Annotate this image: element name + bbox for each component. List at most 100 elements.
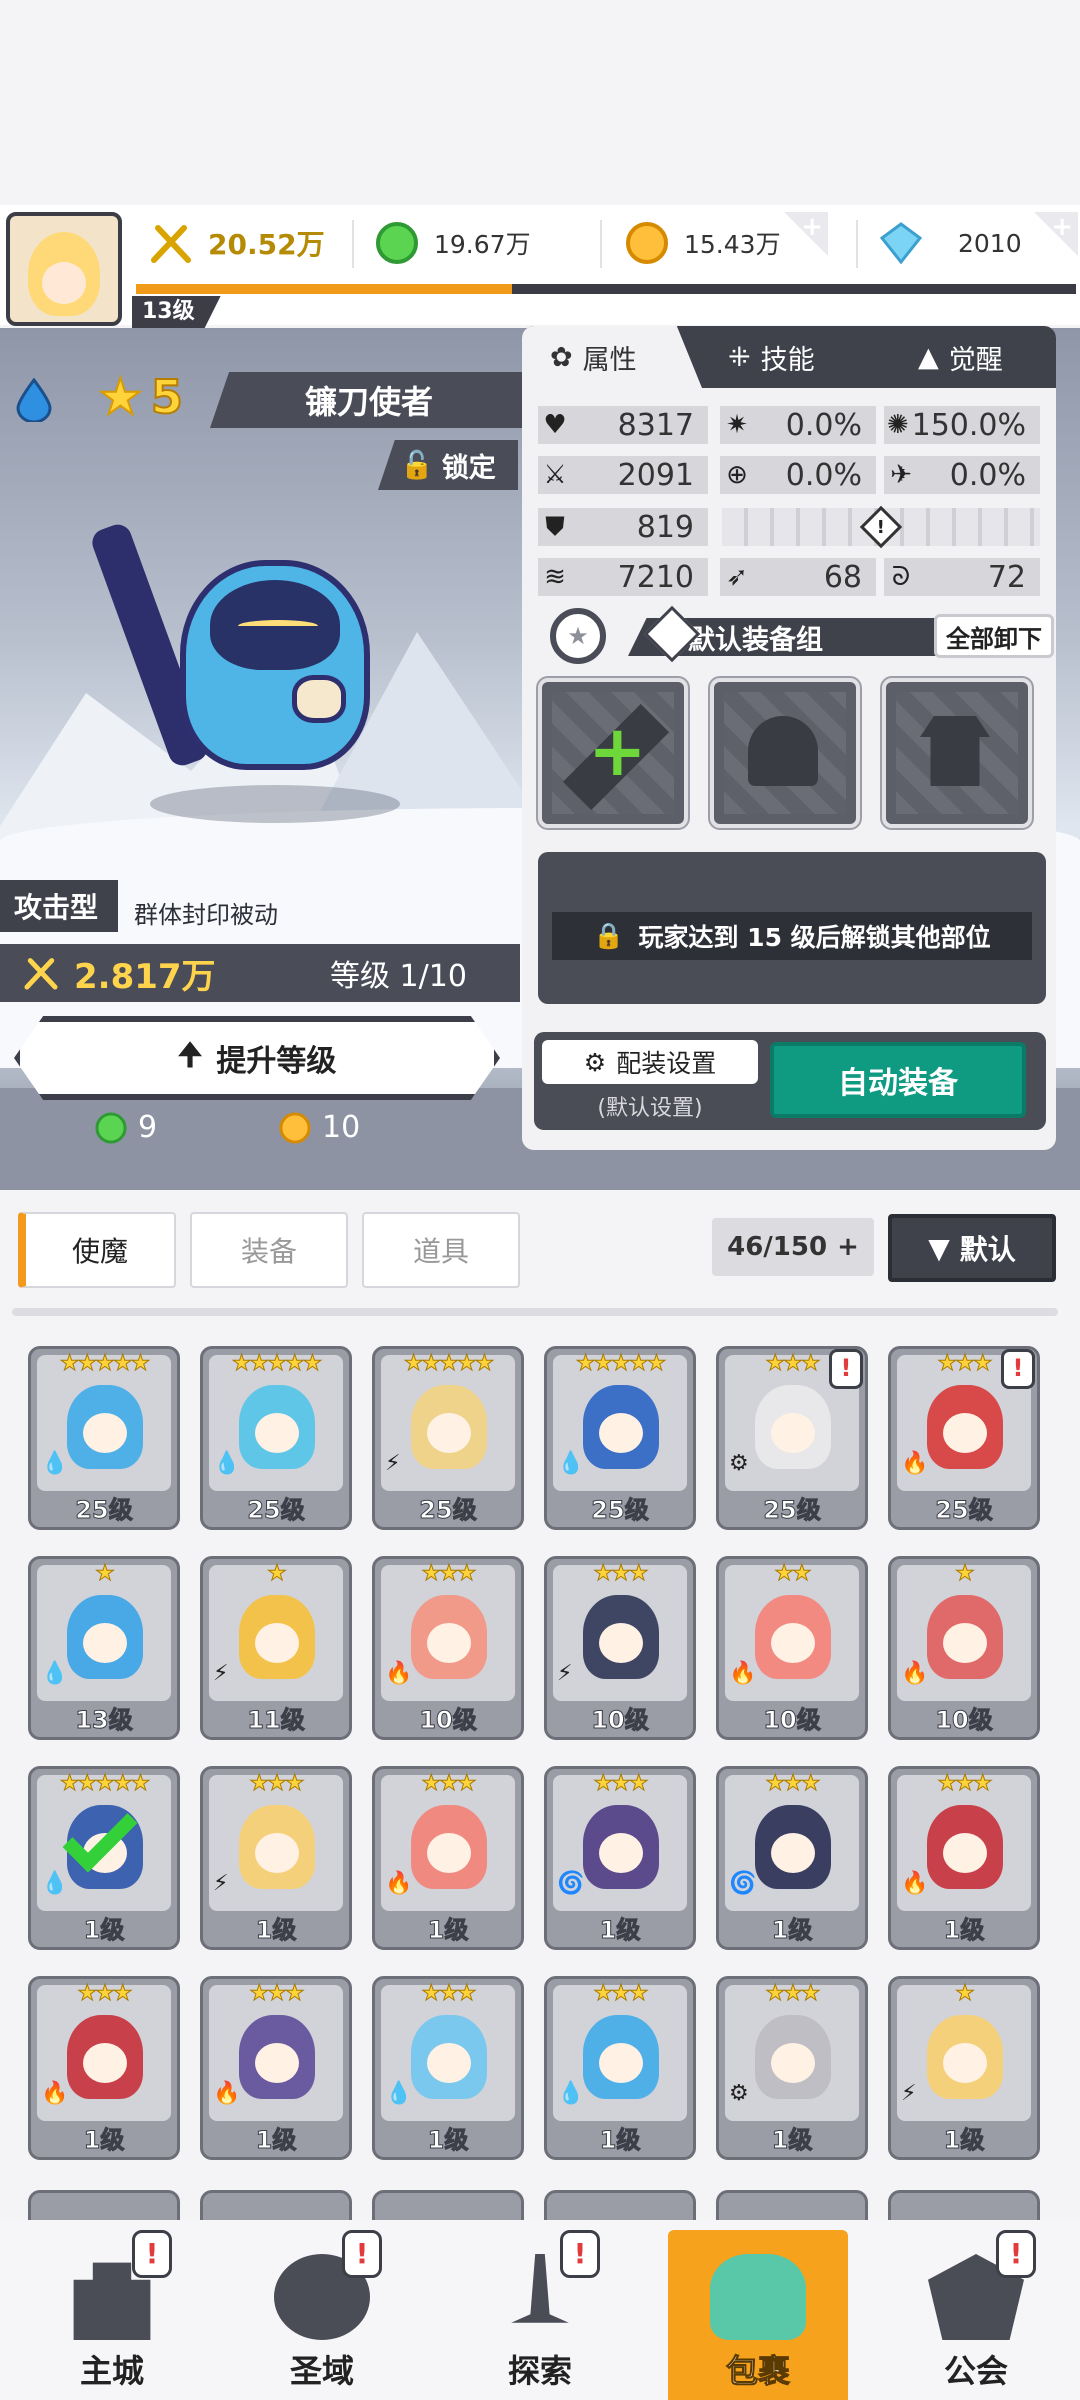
config-button[interactable]: ⚙ 配装设置 [542,1040,758,1084]
familiar-level: 10级 [935,1706,993,1735]
nav-bag[interactable]: 包裹 [668,2230,848,2400]
xp-fill [136,284,512,294]
familiar-card-partial[interactable] [28,2190,180,2220]
familiar-card[interactable]: ★★★ 🌀 1级 [716,1766,868,1950]
element-icon: 🔥 [901,1871,929,1896]
familiar-level: 1级 [943,2126,985,2155]
tab-equipment[interactable]: 装备 [190,1212,348,1288]
familiar-card-partial[interactable] [888,2190,1040,2220]
sort-button[interactable]: ▼ 默认 [888,1214,1056,1282]
config-subtitle: (默认设置) [597,1096,703,1121]
nav-sword[interactable]: 探索! [450,2230,630,2400]
tab-attributes-label: 属性 [582,344,637,376]
familiar-card[interactable]: ★★★ 💧 1级 [544,1976,696,2160]
equip-slot-armor[interactable] [882,678,1032,828]
upgrade-cost-gold: 10 [278,1110,360,1145]
nav-label: 圣域 [289,2352,354,2390]
familiar-card[interactable]: ★★★★★ 💧 25级 [200,1346,352,1530]
tab-awaken[interactable]: ▲ 觉醒 [918,326,1003,388]
unload-all-button[interactable]: 全部卸下 [934,614,1054,658]
unlock-icon: 🔓 [400,450,434,481]
heart-icon: ♥ [543,410,567,440]
familiar-face [83,1413,127,1453]
familiar-stars: ★★★ [593,1771,649,1797]
familiar-card[interactable]: ★★★ ⚙ 1级 [716,1976,868,2160]
element-icon: ⚙ [729,1451,749,1476]
shield-icon: ⛊ [545,511,565,542]
expand-plus-icon[interactable]: + [837,1232,859,1262]
familiar-stars: ★★★★★ [231,1351,323,1377]
green-gem-value: 19.67万 [434,230,531,259]
familiar-card[interactable]: ★ ⚡ 1级 [888,1976,1040,2160]
familiar-stars: ★ [955,1981,976,2007]
tab-attributes[interactable]: ✿ 属性 [522,326,702,388]
familiar-face [599,1833,643,1873]
familiar-face [255,1833,299,1873]
element-icon: 🔥 [729,1661,757,1686]
familiar-stars: ★★★★★ [59,1771,151,1797]
nav-vortex[interactable]: 圣域! [232,2230,412,2400]
nav-guild[interactable]: 公会! [886,2230,1066,2400]
familiar-card-partial[interactable] [544,2190,696,2220]
player-avatar[interactable] [6,212,122,326]
familiar-card-partial[interactable] [716,2190,868,2220]
hero-passive: 群体封印被动 [134,901,278,929]
familiar-card[interactable]: ★★★★★ 💧 25级 [544,1346,696,1530]
familiar-card-partial[interactable] [372,2190,524,2220]
element-icon: 💧 [557,2081,585,2106]
familiar-level: 1级 [771,1916,813,1945]
familiar-card[interactable]: ★★★ 🔥 1级 [888,1766,1040,1950]
nav-castle[interactable]: 主城! [22,2230,202,2400]
familiar-card[interactable]: ★ ⚡ 11级 [200,1556,352,1740]
element-icon: 🔥 [901,1451,929,1476]
stat-hit-value: 0.0% [785,457,862,493]
stat-atk-value: 2091 [617,457,694,493]
element-icon: 🌀 [729,1871,757,1896]
familiar-card[interactable]: ★★★ 🌀 1级 [544,1766,696,1950]
familiar-card-partial[interactable] [200,2190,352,2220]
familiar-card[interactable]: ★★★ 🔥 1级 [372,1766,524,1950]
familiar-card[interactable]: ★★★ ⚙! 25级 [716,1346,868,1530]
familiar-card[interactable]: ★★★★★ 💧 1级 [28,1766,180,1950]
dodge-icon: ✈ [890,460,912,490]
familiar-card[interactable]: ★★★ 🔥 1级 [28,1976,180,2160]
equip-group-star-icon[interactable]: ★ [550,608,606,664]
familiar-card[interactable]: ★★★★★ ⚡ 25级 [372,1346,524,1530]
familiar-face [255,1413,299,1453]
familiar-card[interactable]: ★★★ 🔥 10级 [372,1556,524,1740]
equip-slot-weapon[interactable]: + [538,678,688,828]
config-label: 配装设置 [616,1049,717,1078]
familiar-face [599,1413,643,1453]
upgrade-level-button[interactable]: 🠉 提升等级 [14,1016,500,1100]
familiar-card[interactable]: ★ 💧 13级 [28,1556,180,1740]
familiar-face [771,1833,815,1873]
familiar-level: 10级 [591,1706,649,1735]
crit-icon: ✷ [726,410,748,440]
tab-items[interactable]: 道具 [362,1212,520,1288]
stat-pierce: ➶ 68 [720,558,876,596]
alert-icon: ! [1001,1349,1035,1389]
familiar-stars: ★ [955,1561,976,1587]
familiar-face [83,2043,127,2083]
familiar-stars: ★★★ [421,1561,477,1587]
bag-icon [710,2254,806,2340]
equip-slot-helmet[interactable] [710,678,860,828]
familiar-card[interactable]: ★★ 🔥 10级 [716,1556,868,1740]
auto-equip-button[interactable]: 自动装备 [770,1042,1026,1118]
stat-dodge: ✈ 0.0% [884,456,1040,494]
familiar-stars: ★★★ [249,1771,305,1797]
familiar-card[interactable]: ★★★ 💧 1级 [372,1976,524,2160]
familiar-level: 13级 [75,1706,133,1735]
familiar-card[interactable]: ★★★ 🔥 1级 [200,1976,352,2160]
familiar-face [943,2043,987,2083]
familiar-card[interactable]: ★ 🔥 10级 [888,1556,1040,1740]
familiar-card[interactable]: ★★★ 🔥! 25级 [888,1346,1040,1530]
hero-power-row: 2.817万 等级 1/10 [0,944,520,1002]
familiar-card[interactable]: ★★★★★ 💧 25级 [28,1346,180,1530]
tab-familiars[interactable]: 使魔 [18,1212,176,1288]
familiar-card[interactable]: ★★★ ⚡ 1级 [200,1766,352,1950]
familiar-card[interactable]: ★★★ ⚡ 10级 [544,1556,696,1740]
lock-button[interactable]: 🔓 锁定 [378,440,518,490]
tab-skills[interactable]: ⁜ 技能 [728,326,815,388]
element-icon: 🔥 [901,1661,929,1686]
